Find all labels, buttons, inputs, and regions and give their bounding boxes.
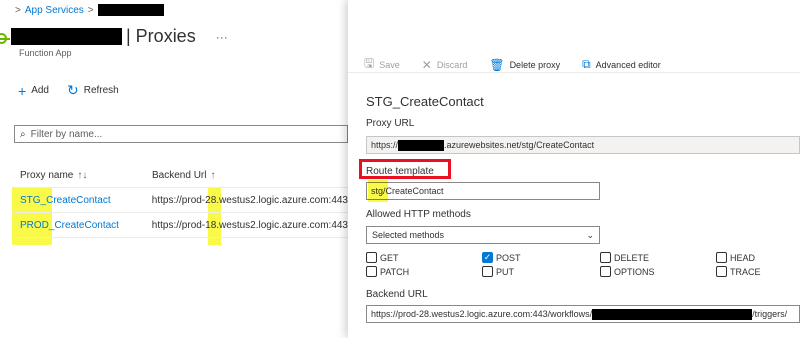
plus-icon: + <box>18 82 27 99</box>
checkbox-box <box>600 252 611 263</box>
advanced-editor-button[interactable]: ⧉ Advanced editor <box>582 57 661 72</box>
page-subtitle: Function App <box>19 48 72 58</box>
allowed-methods-label: Allowed HTTP methods <box>366 209 471 220</box>
proxy-title: STG_CreateContact <box>366 94 484 109</box>
checkmark-icon: ✓ <box>482 252 493 263</box>
proxy-url-field[interactable]: https:// .azurewebsites.net/stg/CreateCo… <box>366 136 800 154</box>
backend-url-label: Backend URL <box>366 289 428 300</box>
method-patch-checkbox[interactable]: PATCH <box>366 266 409 277</box>
divider <box>348 72 800 73</box>
method-options-checkbox[interactable]: OPTIONS <box>600 266 655 277</box>
method-get-checkbox[interactable]: GET <box>366 252 399 263</box>
route-template-input[interactable]: stg/CreateContact <box>366 182 600 200</box>
filter-placeholder: Filter by name... <box>30 128 103 140</box>
redacted-app-name <box>97 4 164 16</box>
chevron-right-icon: > <box>15 4 21 16</box>
breadcrumb: > App Services > <box>11 4 164 16</box>
method-delete-checkbox[interactable]: DELETE <box>600 252 649 263</box>
backend-url-cell: https://prod-18.westus2.logic.azure.com:… <box>151 219 348 231</box>
column-header-proxy-name[interactable]: Proxy name ↑↓ <box>14 170 152 181</box>
resource-status-line <box>0 38 10 40</box>
redacted-app-title <box>11 28 122 45</box>
checkbox-box <box>482 266 493 277</box>
delete-proxy-button[interactable]: 🗑 Delete proxy <box>489 58 560 72</box>
sort-icon: ↑↓ <box>77 170 88 181</box>
proxy-detail-panel: 🖫 Save ✕ Discard 🗑 Delete proxy ⧉ Advanc… <box>348 0 800 338</box>
checkbox-box <box>366 266 377 277</box>
page-title: | Proxies <box>126 26 196 46</box>
backend-url-input[interactable]: https://prod-28.westus2.logic.azure.com:… <box>366 305 800 323</box>
redacted-host <box>398 139 445 151</box>
checkbox-box <box>716 266 727 277</box>
table-row[interactable]: PROD_CreateContact https://prod-18.westu… <box>14 213 348 238</box>
checkbox-box <box>716 252 727 263</box>
chevron-down-icon: ⌄ <box>586 229 594 240</box>
method-post-checkbox[interactable]: ✓ POST <box>482 252 521 263</box>
method-trace-checkbox[interactable]: TRACE <box>716 266 761 277</box>
proxy-name-link[interactable]: PROD_CreateContact <box>14 220 152 231</box>
proxy-name-link[interactable]: STG_CreateContact <box>14 195 152 206</box>
refresh-label: Refresh <box>83 85 119 96</box>
filter-input[interactable]: ⌕ Filter by name... <box>14 125 348 143</box>
refresh-icon: ↻ <box>66 82 79 98</box>
add-button[interactable]: + Add <box>18 83 49 99</box>
close-icon: ✕ <box>421 57 432 72</box>
route-template-label: Route template <box>366 166 434 177</box>
add-label: Add <box>31 85 49 96</box>
command-bar: + Add ↻ Refresh <box>18 82 119 99</box>
discard-button[interactable]: ✕ Discard <box>422 58 468 72</box>
backend-url-cell: https://prod-28.westus2.logic.azure.com:… <box>151 194 348 206</box>
proxy-url-label: Proxy URL <box>366 118 415 129</box>
title-row: | Proxies ··· <box>11 26 228 47</box>
checkbox-box <box>366 252 377 263</box>
allowed-methods-dropdown[interactable]: Selected methods ⌄ <box>366 226 600 244</box>
breadcrumb-app-services[interactable]: App Services <box>25 5 84 16</box>
column-header-backend-url[interactable]: Backend Url ↑ <box>152 170 215 181</box>
refresh-button[interactable]: ↻ Refresh <box>67 82 119 99</box>
method-head-checkbox[interactable]: HEAD <box>716 252 755 263</box>
more-options-button[interactable]: ··· <box>216 30 228 44</box>
proxies-blade: > App Services > | Proxies ··· Function … <box>0 0 348 338</box>
redacted-workflow-id <box>592 308 753 320</box>
method-put-checkbox[interactable]: PUT <box>482 266 514 277</box>
external-link-icon: ⧉ <box>582 57 591 71</box>
search-icon: ⌕ <box>20 128 26 140</box>
table-header: Proxy name ↑↓ Backend Url ↑ <box>14 164 348 188</box>
highlight-route-prefix <box>368 180 388 202</box>
trash-icon: 🗑 <box>489 57 505 72</box>
sort-ascending-icon: ↑ <box>210 170 216 181</box>
chevron-right-icon: > <box>87 4 94 16</box>
table-row[interactable]: STG_CreateContact https://prod-28.westus… <box>14 188 348 213</box>
proxies-table: Proxy name ↑↓ Backend Url ↑ STG_CreateCont… <box>14 164 348 238</box>
checkbox-box <box>600 266 611 277</box>
